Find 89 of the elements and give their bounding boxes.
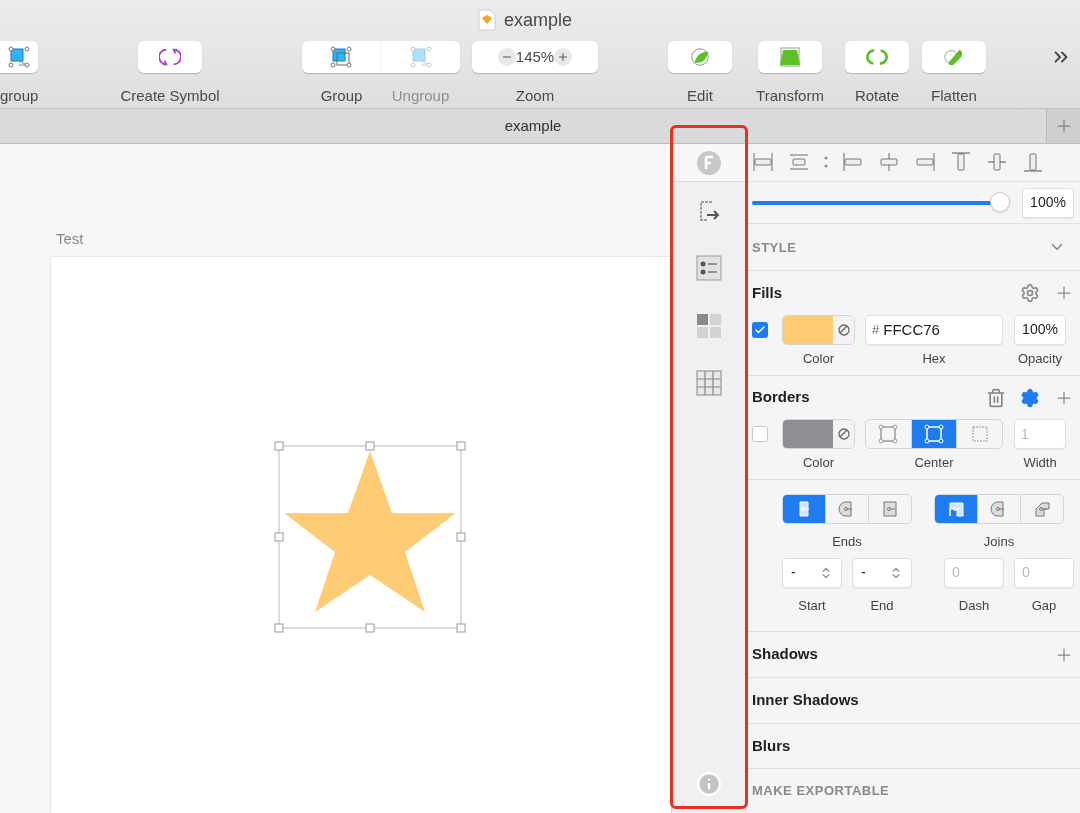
- grid-icon[interactable]: [695, 370, 722, 396]
- checkbox[interactable]: [752, 321, 768, 338]
- document-icon: [477, 9, 496, 31]
- inside-border-icon: [878, 424, 899, 445]
- color-swatch: [783, 315, 833, 344]
- star-shape[interactable]: [272, 438, 468, 635]
- segment-button[interactable]: [910, 420, 957, 449]
- color-well[interactable]: [782, 419, 855, 450]
- trash-icon[interactable]: [986, 387, 1006, 408]
- trapezoid-icon: [778, 46, 802, 68]
- color-well[interactable]: [782, 314, 855, 345]
- segment-button[interactable]: [935, 495, 977, 524]
- toolbar-label: Create Symbol: [120, 86, 220, 106]
- group-icon: [329, 45, 354, 69]
- swatch-mode-icon: [837, 323, 850, 336]
- section-title: Blurs: [752, 735, 791, 756]
- toolbar-label: Group: [320, 86, 363, 106]
- arrow-select[interactable]: -: [782, 557, 842, 588]
- field-label: Center: [914, 454, 954, 473]
- align-right-icon[interactable]: [914, 151, 936, 174]
- field-label: End: [870, 596, 894, 615]
- components-icon[interactable]: [695, 313, 722, 339]
- window-title: example: [503, 8, 572, 32]
- field-label: Joins: [983, 533, 1015, 552]
- ungroup-icon: [408, 45, 433, 69]
- toolbar-label: Flatten: [931, 86, 977, 106]
- color-swatch: [783, 420, 833, 449]
- create-symbol-button[interactable]: [138, 41, 202, 73]
- opacity-field[interactable]: 100%: [1022, 187, 1074, 218]
- section-title: Shadows: [752, 644, 818, 665]
- toolbar-label: Rotate: [854, 86, 900, 106]
- square-icon: [880, 499, 900, 520]
- field-label: Width: [1023, 454, 1057, 473]
- field-label: Ends: [832, 533, 862, 552]
- ungroup-icon: [7, 45, 31, 69]
- section-title: Inner Shadows: [752, 690, 859, 710]
- field-label: Gap: [1031, 596, 1057, 615]
- plus-icon: [557, 51, 570, 63]
- checkmark-icon: [754, 323, 766, 336]
- zoom-in-button[interactable]: [554, 48, 573, 66]
- field-label: Hex: [922, 349, 946, 368]
- section-title: Borders: [752, 387, 810, 408]
- toolbar-label: group: [0, 86, 39, 106]
- field-label: Dash: [958, 596, 990, 615]
- swatch-mode-icon: [837, 428, 850, 441]
- transform-button[interactable]: [758, 41, 822, 73]
- hex-field[interactable]: # FFCC76: [865, 314, 1003, 345]
- toolbar-label: Ungroup: [391, 86, 450, 106]
- slider-thumb[interactable]: [990, 191, 1010, 212]
- leaf-icon: [689, 46, 711, 68]
- rotate-button[interactable]: [845, 41, 909, 73]
- checkbox[interactable]: [752, 426, 768, 443]
- artboard-title: Test: [56, 229, 85, 249]
- outside-border-icon: [969, 424, 990, 445]
- arrow-select[interactable]: -: [852, 557, 912, 588]
- field-label: Start: [798, 596, 826, 615]
- align-left-icon[interactable]: [842, 151, 864, 174]
- segment-button[interactable]: [783, 495, 825, 524]
- settings-icon[interactable]: [1020, 283, 1040, 303]
- list-icon[interactable]: [695, 255, 722, 281]
- zoom-value: 145%: [515, 46, 555, 67]
- center-border-icon: [924, 424, 944, 445]
- field-label: Color: [802, 349, 835, 368]
- align-middle-icon[interactable]: [986, 151, 1008, 174]
- section-header: MAKE EXPORTABLE: [752, 782, 890, 801]
- align-bottom-icon[interactable]: [1022, 151, 1044, 174]
- toolbar-label: Transform: [756, 86, 824, 106]
- plugin-logo-icon[interactable]: [695, 149, 722, 176]
- new-tab-button[interactable]: [1046, 109, 1080, 143]
- field-label: Opacity: [1017, 349, 1063, 368]
- section-title: Fills: [752, 282, 782, 303]
- opacity-slider[interactable]: [752, 191, 1010, 214]
- edit-button[interactable]: [668, 41, 732, 73]
- info-icon[interactable]: [695, 771, 722, 797]
- ungroup-button[interactable]: [0, 41, 38, 73]
- circular-arrows-icon: [159, 46, 181, 68]
- toolbar-label: Zoom: [515, 86, 555, 106]
- field-label: Color: [802, 454, 835, 473]
- bevel-icon: [1032, 499, 1052, 520]
- opacity-field[interactable]: 100%: [1014, 314, 1066, 345]
- toolbar-label: Edit: [687, 86, 713, 106]
- distribute-horizontal-icon[interactable]: [752, 151, 774, 174]
- align-center-icon[interactable]: [878, 151, 900, 174]
- miter-icon: [946, 499, 966, 520]
- align-top-icon[interactable]: [950, 151, 972, 174]
- settings-icon[interactable]: [1020, 387, 1040, 408]
- flatten-button[interactable]: [922, 41, 986, 73]
- section-header: STYLE: [752, 238, 797, 257]
- zoom-out-button[interactable]: [497, 48, 516, 66]
